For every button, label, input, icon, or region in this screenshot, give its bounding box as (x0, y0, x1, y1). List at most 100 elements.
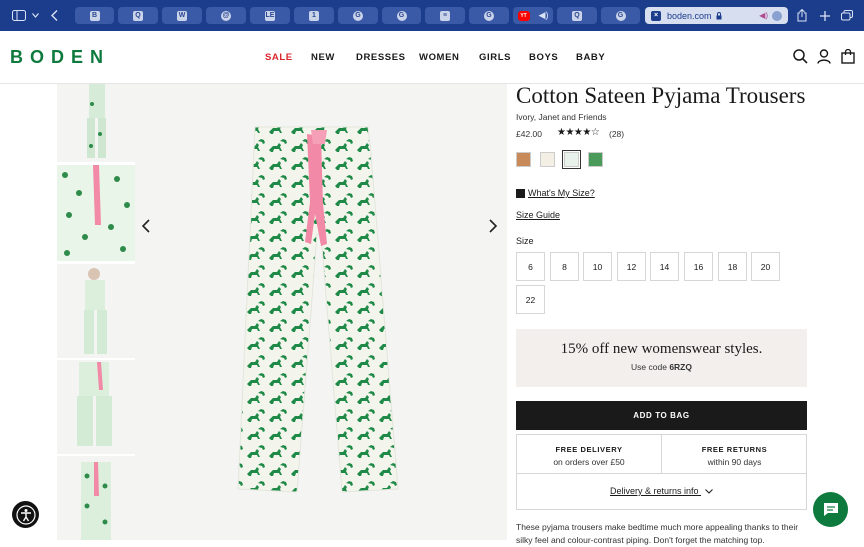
chevron-down-icon (705, 486, 713, 496)
new-tab-icon[interactable] (819, 6, 831, 25)
thumbnail-image[interactable] (57, 165, 135, 261)
browser-tab[interactable]: G (338, 7, 378, 24)
tab-favicon-icon: @ (221, 10, 231, 21)
product-colour: Ivory, Janet and Friends (516, 112, 607, 122)
nav-girls[interactable]: GIRLS (479, 52, 511, 63)
address-bar[interactable]: × boden.com ◀) (645, 7, 788, 24)
review-count[interactable]: (28) (609, 129, 624, 139)
tab-favicon-icon: 1 (309, 10, 319, 21)
thumbnail-image[interactable] (57, 264, 135, 358)
star-rating[interactable]: ★★★★☆ (557, 127, 600, 138)
browser-tab[interactable]: B (75, 7, 114, 24)
browser-tab[interactable]: 1 (294, 7, 334, 24)
browser-tab[interactable]: ≡ (425, 7, 465, 24)
size-option-16[interactable]: 16 (684, 252, 713, 281)
accessibility-button[interactable] (12, 501, 39, 528)
size-guide-link[interactable]: Size Guide (516, 210, 560, 220)
speaker-icon[interactable]: ◀) (759, 11, 768, 20)
promo-code: 6RZQ (669, 362, 692, 372)
tab-favicon-icon: ≡ (440, 10, 450, 21)
browser-tab[interactable]: @ (206, 7, 246, 24)
promo-banner: 15% off new womenswear styles. Use code … (516, 329, 807, 387)
nav-sale[interactable]: SALE (265, 52, 293, 63)
share-icon[interactable] (796, 6, 808, 25)
size-option-6[interactable]: 6 (516, 252, 545, 281)
tab-favicon-icon: Q (133, 10, 143, 21)
delivery-returns-link[interactable]: Delivery & returns info (517, 486, 806, 496)
thumbnail-image[interactable] (57, 456, 135, 540)
youtube-icon: YT (517, 10, 530, 21)
free-returns-sub: within 90 days (707, 457, 762, 467)
speaker-icon[interactable]: ◀) (539, 10, 549, 21)
size-tool-icon (516, 188, 525, 198)
tab-favicon-icon: G (353, 10, 363, 21)
add-to-bag-button[interactable]: ADD TO BAG (516, 401, 807, 430)
chat-icon (823, 503, 838, 516)
delivery-info-box: FREE DELIVERY on orders over £50 FREE RE… (516, 434, 807, 510)
colour-swatch[interactable] (516, 152, 531, 167)
browser-tab[interactable]: Q (557, 7, 597, 24)
size-option-20[interactable]: 20 (751, 252, 780, 281)
colour-swatch-selected[interactable] (562, 150, 581, 169)
free-returns-cell: FREE RETURNS within 90 days (662, 435, 807, 474)
nav-new[interactable]: NEW (311, 52, 335, 63)
tab-favicon-icon: LE (265, 10, 275, 21)
close-tab-icon[interactable]: × (651, 10, 661, 21)
tab-overview-icon[interactable] (840, 6, 854, 25)
size-label: Size (516, 236, 534, 246)
size-option-22[interactable]: 22 (516, 285, 545, 314)
tab-favicon-icon: G (484, 10, 494, 21)
bag-icon[interactable] (841, 48, 857, 65)
free-returns-title: FREE RETURNS (701, 445, 768, 454)
chat-button[interactable] (813, 492, 848, 527)
thumbnail-image[interactable] (57, 84, 135, 162)
thumbnail-image[interactable] (57, 360, 135, 454)
browser-tab[interactable]: Q (118, 7, 158, 24)
promo-code-text: Use code 6RZQ (516, 362, 807, 372)
accessibility-icon (15, 504, 36, 525)
back-icon[interactable] (48, 6, 60, 25)
browser-tab[interactable]: W (162, 7, 202, 24)
browser-tab[interactable]: LE (250, 7, 290, 24)
colour-swatch[interactable] (540, 152, 555, 167)
account-icon[interactable] (817, 49, 833, 65)
tab-favicon-icon: W (177, 10, 187, 21)
tab-favicon-icon: B (89, 10, 100, 21)
sidebar-icon[interactable] (10, 6, 28, 25)
colour-swatch[interactable] (588, 152, 603, 167)
boden-logo[interactable]: BODEN (10, 47, 110, 68)
browser-tab[interactable]: G (601, 7, 640, 24)
nav-dresses[interactable]: DRESSES (356, 52, 406, 63)
size-option-10[interactable]: 10 (583, 252, 612, 281)
chevron-down-icon[interactable] (30, 6, 40, 25)
next-image-icon[interactable] (489, 217, 503, 237)
product-price: £42.00 (516, 129, 542, 139)
browser-tab[interactable]: G (382, 7, 421, 24)
tab-favicon-icon: Q (572, 10, 582, 21)
free-delivery-title: FREE DELIVERY (555, 445, 623, 454)
free-delivery-sub: on orders over £50 (553, 457, 625, 467)
more-icon[interactable] (772, 10, 782, 21)
product-title: Cotton Sateen Pyjama Trousers (516, 83, 806, 108)
search-icon[interactable] (793, 49, 809, 65)
whats-my-size-link[interactable]: What's My Size? (516, 188, 595, 198)
promo-code-prefix: Use code (631, 362, 667, 372)
browser-toolbar: B Q W @ LE 1 G G ≡ G YT ◀) Q G × boden.c… (0, 0, 864, 31)
product-main-image[interactable] (135, 84, 507, 540)
size-option-8[interactable]: 8 (550, 252, 579, 281)
whats-my-size-label: What's My Size? (528, 188, 595, 198)
product-description: These pyjama trousers make bedtime much … (516, 522, 799, 545)
promo-headline: 15% off new womenswear styles. (560, 341, 763, 357)
nav-boys[interactable]: BOYS (529, 52, 558, 63)
browser-tab[interactable]: G (469, 7, 509, 24)
size-option-18[interactable]: 18 (718, 252, 747, 281)
address-text: boden.com (667, 10, 712, 21)
size-option-12[interactable]: 12 (617, 252, 646, 281)
nav-women[interactable]: WOMEN (419, 52, 459, 63)
free-delivery-cell: FREE DELIVERY on orders over £50 (517, 435, 662, 474)
size-option-14[interactable]: 14 (650, 252, 679, 281)
nav-baby[interactable]: BABY (576, 52, 605, 63)
site-header: BODEN SALE NEW DRESSES WOMEN GIRLS BOYS … (0, 31, 864, 84)
browser-tab[interactable]: YT ◀) (513, 7, 553, 24)
previous-image-icon[interactable] (141, 217, 155, 237)
